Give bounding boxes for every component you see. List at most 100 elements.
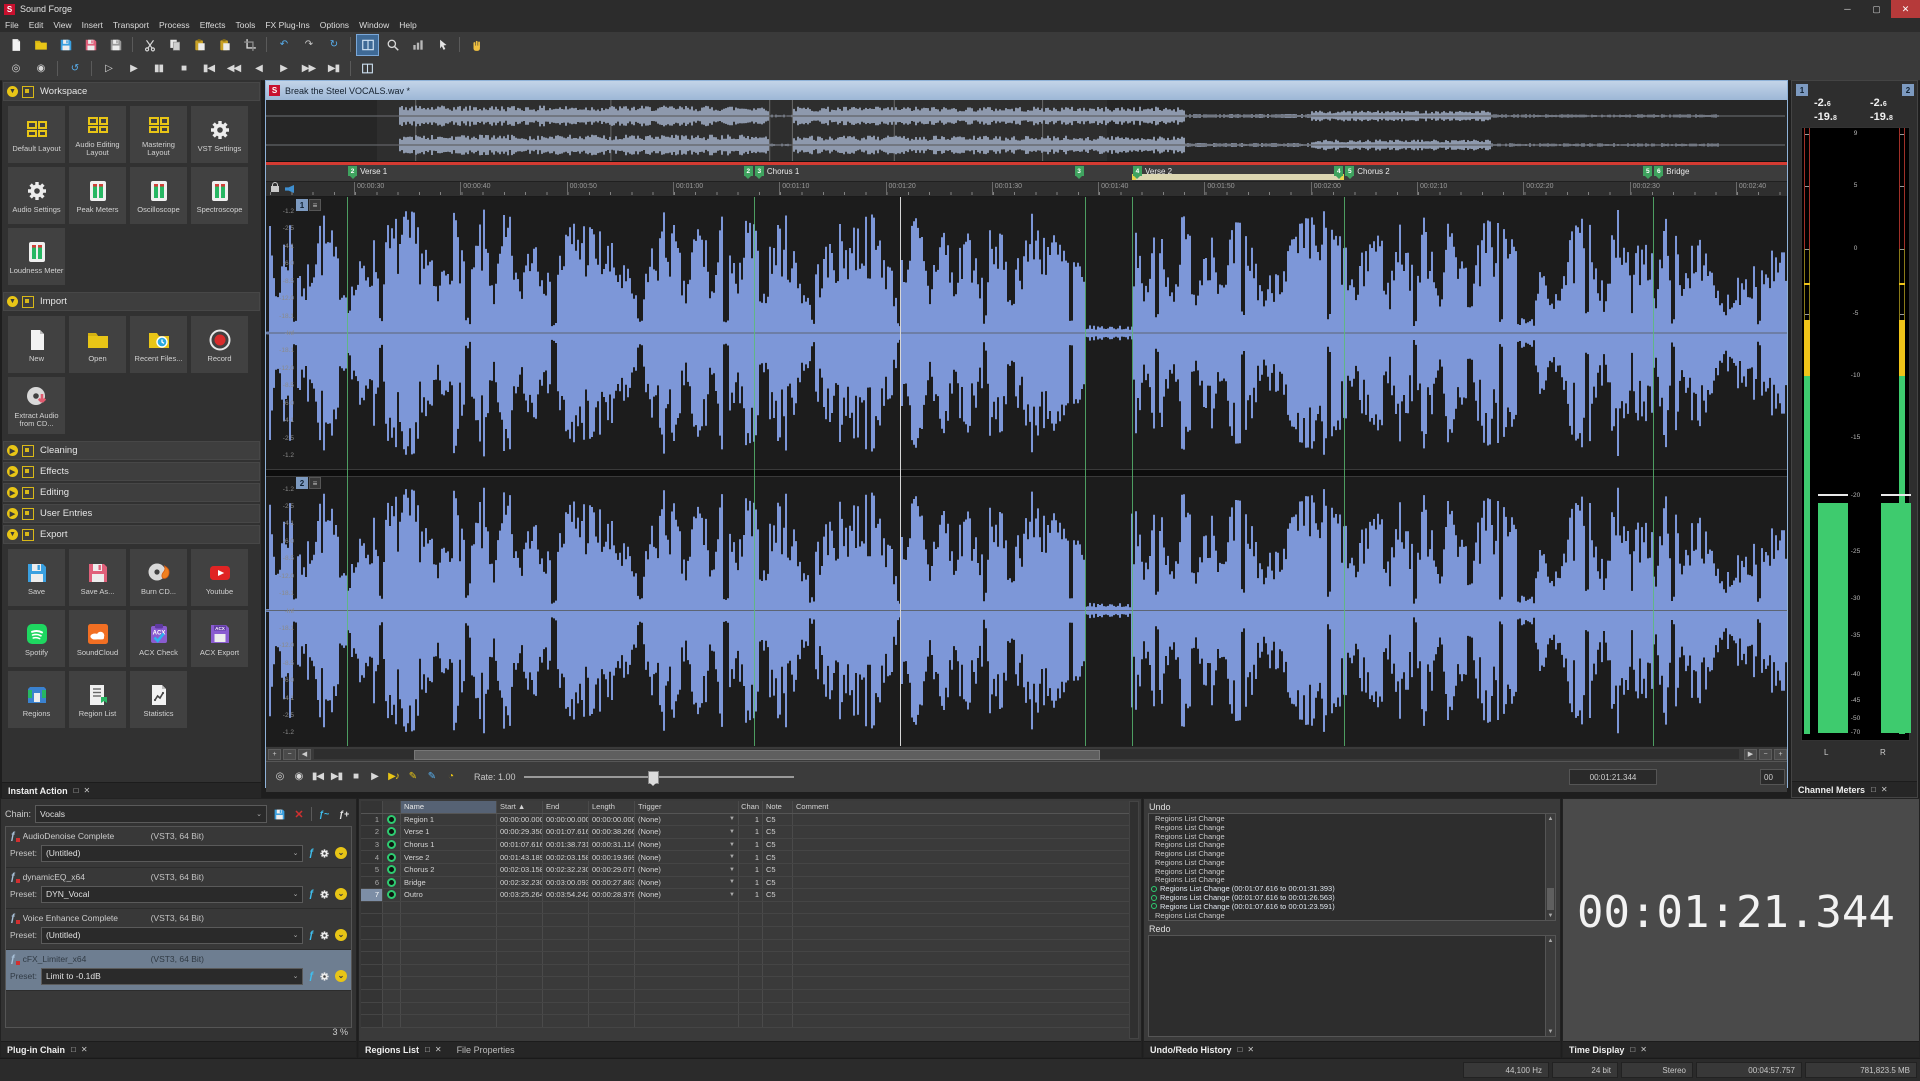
undo-item[interactable]: Regions List Change [1149,867,1555,876]
playback-cursor[interactable] [900,197,901,746]
tile-spectroscope[interactable]: Spectroscope [191,167,248,224]
record-icon[interactable]: ◉ [29,58,52,80]
zoom-tool-icon[interactable] [381,34,404,56]
region-marker-bar[interactable]: 2Verse 123Chorus 134Verse 245Chorus 256B… [266,165,1787,182]
pencil-tool-icon[interactable]: ✎ [422,768,441,786]
plugin-settings-icon[interactable] [318,845,331,861]
meter-tab-2[interactable]: 2 [1902,84,1914,96]
scrollbar[interactable]: ▲▼ [1545,936,1555,1036]
menu-process[interactable]: Process [154,20,195,30]
paste-special-icon[interactable] [213,34,236,56]
save-chain-icon[interactable] [271,806,287,822]
region-flag-2[interactable]: 2 [348,166,357,176]
undo-item[interactable]: Regions List Change (00:01:07.616 to 00:… [1149,893,1555,902]
lock-icon[interactable] [271,186,279,192]
statistics-tool-icon[interactable] [406,34,429,56]
region-play-icon[interactable] [387,827,396,836]
paste-icon[interactable] [188,34,211,56]
plugin-settings-icon[interactable] [318,927,331,943]
float-panel-icon[interactable]: □ [1238,1045,1243,1054]
go-to-end-icon[interactable]: ▶▮ [327,768,346,786]
zoom-in-button[interactable]: + [268,749,281,760]
tile-audio-editing-layout[interactable]: Audio Editing Layout [69,106,126,163]
region-row-4[interactable]: 4Verse 200:01:43.18900:02:03.15800:00:19… [361,851,1131,864]
hand-tool-icon[interactable] [465,34,488,56]
loop-playback-icon[interactable]: ↺ [63,58,86,80]
tile-peak-meters[interactable]: Peak Meters [69,167,126,224]
tile-vst-settings[interactable]: VST Settings [191,106,248,163]
zoom-in-horizontal-button[interactable]: + [1774,749,1787,760]
automation-icon[interactable]: ƒ [308,848,314,859]
play-all-icon[interactable]: ▷ [97,58,120,80]
channel-menu-icon[interactable]: ≡ [309,199,321,211]
pause-icon[interactable]: ▮▮ [147,58,170,80]
channel-number-1[interactable]: 1 [296,199,308,211]
undo-item[interactable]: Regions List Change [1149,814,1555,823]
play-icon[interactable]: ▶ [122,58,145,80]
document-titlebar[interactable]: S Break the Steel VOCALS.wav * [266,81,1787,100]
region-flag-2[interactable]: 2 [744,166,753,176]
region-play-icon[interactable] [387,853,396,862]
tile-extract-audio-from-cd-[interactable]: Extract Audio from CD... [8,377,65,434]
plugin-entry-2[interactable]: ƒdynamicEQ_x64(VST3, 64 Bit)Preset:DYN_V… [6,868,351,909]
undo-item[interactable]: Regions List Change [1149,849,1555,858]
scroll-left-button[interactable]: ◀ [298,749,311,760]
undo-item[interactable]: Regions List Change [1149,832,1555,841]
scrub-control-icon[interactable]: ◔ [441,768,460,786]
region-flag-4[interactable]: 4 [1334,166,1343,176]
minimize-button[interactable]: ─ [1833,0,1862,18]
tile-acx-export[interactable]: ACXACX Export [191,610,248,667]
menu-window[interactable]: Window [354,20,394,30]
tile-audio-settings[interactable]: Audio Settings [8,167,65,224]
add-fx-icon[interactable]: ƒ+ [336,806,352,822]
chain-select[interactable]: Vocals ⌄ [35,805,267,823]
preset-select[interactable]: (Untitled)⌄ [41,927,304,944]
tile-loudness-meter[interactable]: Loudness Meter [8,228,65,285]
tile-default-layout[interactable]: Default Layout [8,106,65,163]
plugin-expand-icon[interactable]: ⌄ [335,929,347,941]
save-icon[interactable] [54,34,77,56]
remove-chain-icon[interactable]: ✕ [291,806,307,822]
fast-forward-icon[interactable]: ▶▶ [297,58,320,80]
undo-item[interactable]: Regions List Change (00:01:07.616 to 00:… [1149,902,1555,911]
save-as-icon[interactable] [79,34,102,56]
repeat-icon[interactable]: ↻ [322,34,345,56]
tile-youtube[interactable]: Youtube [191,549,248,606]
rate-slider[interactable] [524,770,794,784]
loop-playback-icon[interactable]: ◎ [270,768,289,786]
region-flag-4[interactable]: 4 [1133,166,1142,176]
speaker-icon[interactable] [285,185,294,193]
menu-fx-plug-ins[interactable]: FX Plug-Ins [260,20,314,30]
section-header-cleaning[interactable]: ▶Cleaning [3,441,260,460]
region-play-icon[interactable] [387,815,396,824]
trim-crop-icon[interactable] [238,34,261,56]
region-play-icon[interactable] [387,878,396,887]
go-to-end-icon[interactable]: ▶▮ [322,58,345,80]
tile-open[interactable]: Open [69,316,126,373]
channel-menu-icon[interactable]: ≡ [309,477,321,489]
section-header-effects[interactable]: ▶Effects [3,462,260,481]
rewind-icon[interactable]: ◀◀ [222,58,245,80]
tile-new[interactable]: New [8,316,65,373]
new-file-icon[interactable] [4,34,27,56]
region-row-5[interactable]: 5Chorus 200:02:03.15800:02:32.23000:00:2… [361,864,1131,877]
next-marker-icon[interactable]: ▶ [272,58,295,80]
edit-tool-icon[interactable]: ✎ [403,768,422,786]
close-panel-icon[interactable]: ✕ [435,1045,442,1054]
close-button[interactable]: ✕ [1891,0,1920,18]
tile-spotify[interactable]: Spotify [8,610,65,667]
menu-edit[interactable]: Edit [24,20,49,30]
tile-oscilloscope[interactable]: Oscilloscope [130,167,187,224]
meter-tab-1[interactable]: 1 [1796,84,1808,96]
plugin-expand-icon[interactable]: ⌄ [335,888,347,900]
menu-help[interactable]: Help [394,20,421,30]
tile-recent-files-[interactable]: Recent Files... [130,316,187,373]
region-row-6[interactable]: 6Bridge00:02:32.23000:03:00.09300:00:27.… [361,877,1131,890]
undo-item[interactable]: Regions List Change [1149,823,1555,832]
waveform-channel-2[interactable] [266,475,1787,746]
previous-marker-icon[interactable]: ◀ [247,58,270,80]
preset-select[interactable]: (Untitled)⌄ [41,845,304,862]
undo-item[interactable]: Regions List Change [1149,876,1555,885]
redo-icon[interactable]: ↷ [297,34,320,56]
automation-icon[interactable]: ƒ [308,889,314,900]
